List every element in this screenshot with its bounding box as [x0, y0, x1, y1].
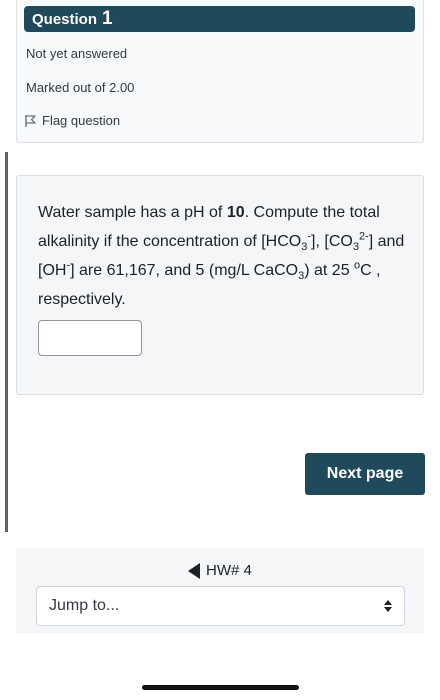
question-text-part: ], [CO — [311, 233, 353, 250]
scroll-indicator — [5, 152, 8, 532]
question-text: Water sample has a pH of 10. Compute the… — [38, 198, 408, 314]
answer-input[interactable] — [38, 320, 142, 356]
jump-to-label: Jump to... — [49, 597, 120, 614]
question-text-part: ) at 25 — [304, 262, 355, 279]
flag-question-link[interactable]: Flag question — [24, 113, 120, 128]
flag-question-label: Flag question — [42, 113, 121, 128]
ph-value: 10 — [226, 204, 245, 221]
prev-activity-link[interactable]: HW# 4 — [188, 562, 252, 579]
question-text-part: ] are 61,167, and 5 (mg/L CaCO — [70, 262, 299, 279]
triangle-left-icon — [188, 562, 200, 579]
question-header: Question 1 — [24, 6, 415, 32]
prev-activity-label: HW# 4 — [206, 562, 252, 579]
superscript: 2- — [358, 230, 369, 243]
next-page-button[interactable]: Next page — [305, 453, 425, 495]
jump-to-select[interactable]: Jump to... — [36, 586, 405, 626]
marks-info: Marked out of 2.00 — [26, 80, 135, 95]
flag-icon — [24, 114, 37, 128]
home-indicator[interactable] — [142, 685, 299, 690]
question-number: 1 — [102, 8, 113, 29]
answer-status: Not yet answered — [26, 46, 128, 61]
question-word: Question — [32, 10, 98, 28]
quiz-page: Question 1 Not yet answered Marked out o… — [0, 0, 440, 700]
up-down-chevron-icon — [384, 600, 392, 612]
question-text-part: Water sample has a pH of — [38, 204, 227, 221]
